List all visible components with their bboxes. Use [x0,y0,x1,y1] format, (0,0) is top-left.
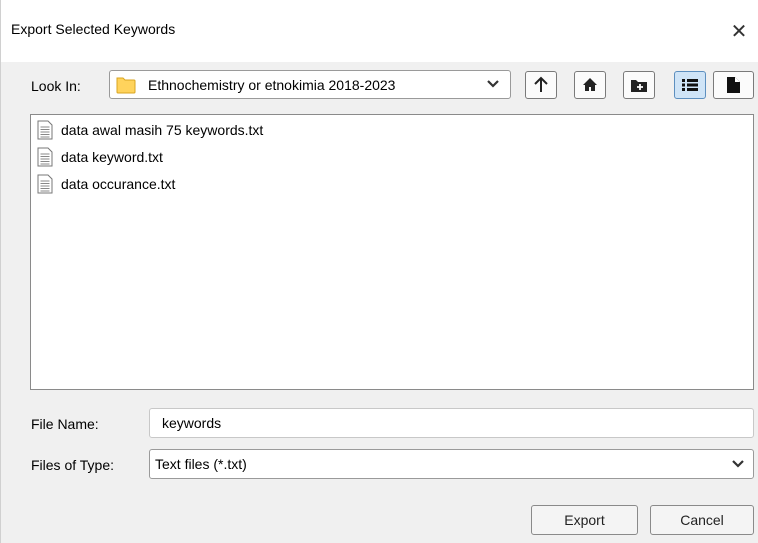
file-name-input[interactable]: keywords [149,408,754,438]
file-name-label: File Name: [31,416,99,432]
look-in-value: Ethnochemistry or etnokimia 2018-2023 [148,77,396,93]
file-type-label: Files of Type: [31,457,115,473]
document-icon [727,77,740,93]
list-icon [682,79,698,91]
new-folder-button[interactable] [623,71,655,99]
file-name: data occurance.txt [61,176,176,192]
export-button[interactable]: Export [531,505,638,535]
chevron-down-icon[interactable] [484,75,502,93]
cancel-button[interactable]: Cancel [650,505,754,535]
list-item[interactable]: data keyword.txt [37,146,163,168]
up-one-level-button[interactable] [525,71,557,99]
file-name: data keyword.txt [61,149,163,165]
new-folder-icon [631,80,647,92]
title-bar: Export Selected Keywords ✕ [1,0,758,62]
folder-icon [116,77,136,94]
file-type-select[interactable]: Text files (*.txt) [149,449,754,479]
file-name: data awal masih 75 keywords.txt [61,122,264,138]
text-file-icon [37,147,53,167]
look-in-combobox[interactable]: Ethnochemistry or etnokimia 2018-2023 [109,70,511,99]
text-file-icon [37,120,53,140]
home-icon [583,78,597,91]
arrow-up-icon [534,76,548,92]
list-item[interactable]: data awal masih 75 keywords.txt [37,119,263,141]
chevron-down-icon[interactable] [729,455,747,473]
export-dialog: Export Selected Keywords ✕ Look In: Ethn… [0,0,758,543]
window-title: Export Selected Keywords [11,21,176,37]
text-file-icon [37,174,53,194]
list-item[interactable]: data occurance.txt [37,173,175,195]
list-view-button[interactable] [674,71,706,99]
file-list[interactable]: data awal masih 75 keywords.txt data key… [30,114,754,390]
look-in-label: Look In: [31,78,81,94]
details-view-button[interactable] [713,71,754,99]
close-icon[interactable]: ✕ [719,12,758,50]
file-type-value: Text files (*.txt) [155,456,247,472]
home-button[interactable] [574,71,606,99]
